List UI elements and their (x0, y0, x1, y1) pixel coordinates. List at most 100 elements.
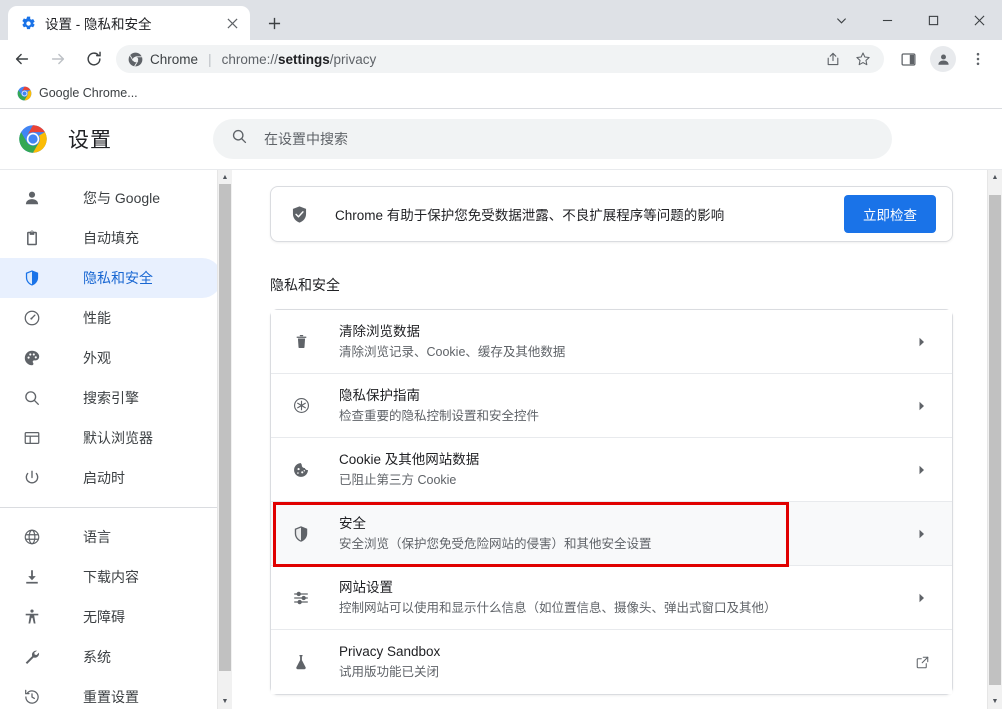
bookmark-item[interactable]: Google Chrome... (8, 82, 146, 104)
scrollbar-thumb[interactable] (989, 195, 1001, 685)
sidebar-item-default-browser[interactable]: 默认浏览器 (0, 418, 222, 458)
sidebar-scrollbar[interactable]: ▲ ▼ (217, 170, 232, 709)
sidebar-item-system[interactable]: 系统 (0, 637, 222, 677)
close-icon[interactable] (222, 13, 242, 33)
back-arrow-icon[interactable] (7, 44, 37, 74)
sidebar-item-label: 无障碍 (83, 609, 125, 625)
row-subtitle: 安全浏览（保护您免受危险网站的侵害）和其他安全设置 (339, 536, 652, 551)
row-title: 网站设置 (339, 579, 393, 595)
flask-icon (291, 652, 311, 672)
sidebar-item-label: 语言 (83, 529, 111, 545)
row-texts: 安全 安全浏览（保护您免受危险网站的侵害）和其他安全设置 (339, 514, 912, 554)
sidebar-item-label: 下载内容 (83, 569, 139, 585)
sidebar-item-downloads[interactable]: 下载内容 (0, 557, 222, 597)
browser-tab-settings[interactable]: 设置 - 隐私和安全 (8, 6, 250, 40)
settings-main: Chrome 有助于保护您免受数据泄露、不良扩展程序等问题的影响 立即检查 隐私… (232, 170, 1002, 709)
chevron-down-icon[interactable] (818, 4, 864, 36)
chrome-logo-icon (16, 122, 50, 156)
sidebar-item-label: 自动填充 (83, 230, 139, 246)
chevron-right-icon[interactable] (912, 396, 932, 416)
sliders-icon (291, 588, 311, 608)
row-title: 清除浏览数据 (339, 323, 420, 339)
address-bar[interactable]: Chrome | chrome://settings/privacy (116, 45, 884, 73)
scroll-down-arrow-icon[interactable]: ▼ (218, 694, 232, 709)
sidebar-item-autofill[interactable]: 自动填充 (0, 218, 222, 258)
row-texts: Cookie 及其他网站数据 已阻止第三方 Cookie (339, 450, 912, 490)
palette-icon (22, 348, 42, 368)
share-icon[interactable] (820, 46, 846, 72)
row-cookies-and-site-data[interactable]: Cookie 及其他网站数据 已阻止第三方 Cookie (271, 438, 952, 502)
scrollbar-thumb[interactable] (219, 184, 231, 671)
omnibox-actions (818, 46, 878, 72)
accessibility-icon (22, 607, 42, 627)
row-title: Privacy Sandbox (339, 644, 441, 659)
chevron-right-icon[interactable] (912, 524, 932, 544)
sidebar-item-accessibility[interactable]: 无障碍 (0, 597, 222, 637)
row-clear-browsing-data[interactable]: 清除浏览数据 清除浏览记录、Cookie、缓存及其他数据 (271, 310, 952, 374)
sidebar-item-label: 外观 (83, 350, 111, 366)
star-icon[interactable] (850, 46, 876, 72)
sidebar-item-label: 系统 (83, 649, 111, 665)
url-prefix: chrome:// (221, 51, 278, 67)
maximize-icon[interactable] (910, 4, 956, 36)
bookmark-label: Google Chrome... (39, 86, 138, 100)
three-dot-menu-icon[interactable] (963, 44, 993, 74)
gear-icon (20, 15, 36, 31)
url-bold: settings (277, 51, 330, 67)
omnibox-url[interactable]: chrome://settings/privacy (222, 52, 810, 67)
scroll-up-arrow-icon[interactable]: ▲ (218, 170, 232, 185)
side-panel-icon[interactable] (893, 44, 923, 74)
omnibox-chip-label: Chrome (150, 51, 199, 67)
row-texts: 隐私保护指南 检查重要的隐私控制设置和安全控件 (339, 386, 912, 426)
new-tab-button[interactable] (260, 9, 288, 37)
row-privacy-sandbox[interactable]: Privacy Sandbox 试用版功能已关闭 (271, 630, 952, 694)
row-texts: 网站设置 控制网站可以使用和显示什么信息（如位置信息、摄像头、弹出式窗口及其他） (339, 578, 912, 618)
minimize-icon[interactable] (864, 4, 910, 36)
sidebar-item-performance[interactable]: 性能 (0, 298, 222, 338)
chrome-icon (16, 85, 32, 101)
chevron-right-icon[interactable] (912, 460, 932, 480)
scroll-down-arrow-icon[interactable]: ▼ (988, 694, 1002, 709)
browser-window-icon (22, 428, 42, 448)
globe-icon (22, 527, 42, 547)
tab-title: 设置 - 隐私和安全 (45, 17, 152, 32)
row-privacy-guide[interactable]: 隐私保护指南 检查重要的隐私控制设置和安全控件 (271, 374, 952, 438)
sidebar-item-on-startup[interactable]: 启动时 (0, 458, 222, 498)
close-icon[interactable] (956, 4, 1002, 36)
sidebar-item-search-engine[interactable]: 搜索引擎 (0, 378, 222, 418)
reload-icon[interactable] (79, 44, 109, 74)
sidebar-item-you-and-google[interactable]: 您与 Google (0, 178, 222, 218)
chevron-right-icon[interactable] (912, 332, 932, 352)
forward-arrow-icon[interactable] (43, 44, 73, 74)
sidebar-item-languages[interactable]: 语言 (0, 517, 222, 557)
chrome-icon: Chrome (128, 52, 198, 67)
search-input[interactable]: 在设置中搜索 (213, 119, 892, 159)
check-now-button[interactable]: 立即检查 (844, 195, 936, 233)
avatar[interactable] (930, 46, 956, 72)
safety-check-text: Chrome 有助于保护您免受数据泄露、不良扩展程序等问题的影响 (335, 208, 725, 223)
tab-strip: 设置 - 隐私和安全 (0, 0, 1002, 40)
settings-body: 您与 Google 自动填充 隐私和安全 性能 外观 搜索引擎 默认浏览器 启动… (0, 169, 1002, 709)
url-suffix: /privacy (329, 51, 377, 67)
chevron-right-icon[interactable] (912, 588, 932, 608)
main-scrollbar[interactable]: ▲ ▼ (987, 170, 1002, 709)
sidebar-item-reset-settings[interactable]: 重置设置 (0, 677, 222, 709)
row-subtitle: 控制网站可以使用和显示什么信息（如位置信息、摄像头、弹出式窗口及其他） (339, 600, 777, 615)
sidebar-item-label: 隐私和安全 (83, 270, 153, 286)
sidebar-item-privacy-and-security[interactable]: 隐私和安全 (0, 258, 222, 298)
clipboard-icon (22, 228, 42, 248)
sidebar-item-appearance[interactable]: 外观 (0, 338, 222, 378)
settings-sidebar: 您与 Google 自动填充 隐私和安全 性能 外观 搜索引擎 默认浏览器 启动… (0, 170, 232, 709)
row-subtitle: 已阻止第三方 Cookie (339, 472, 457, 487)
window-controls (818, 0, 1002, 40)
scroll-up-arrow-icon[interactable]: ▲ (988, 170, 1002, 185)
external-link-icon[interactable] (912, 652, 932, 672)
sidebar-divider (0, 507, 232, 508)
cookie-icon (291, 460, 311, 480)
trash-icon (291, 332, 311, 352)
row-site-settings[interactable]: 网站设置 控制网站可以使用和显示什么信息（如位置信息、摄像头、弹出式窗口及其他） (271, 566, 952, 630)
browser-toolbar: Chrome | chrome://settings/privacy (0, 40, 1002, 78)
row-security[interactable]: 安全 安全浏览（保护您免受危险网站的侵害）和其他安全设置 (271, 502, 952, 567)
shield-icon (291, 524, 311, 544)
row-title: 安全 (339, 515, 366, 531)
